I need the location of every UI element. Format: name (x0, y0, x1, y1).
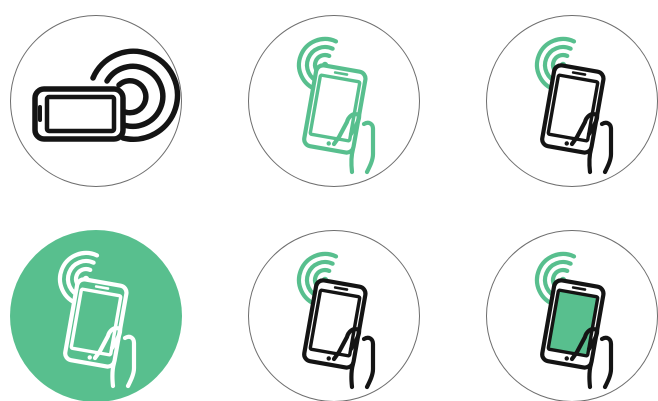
badge-hand-phone-green-screen (486, 230, 658, 401)
icon-grid (0, 0, 658, 401)
badge-hand-phone-black (486, 15, 658, 187)
badge-phone-landscape-nfc (10, 15, 182, 187)
hand-phone-tap-icon (534, 251, 614, 390)
phone-landscape-nfc-icon (32, 48, 181, 143)
hand-phone-tap-icon (534, 36, 614, 175)
hand-phone-tap-icon (296, 36, 376, 175)
badge-hand-phone-filled (10, 230, 182, 401)
badge-hand-phone-black-2 (248, 230, 420, 401)
badge-hand-phone-green (248, 15, 420, 187)
hand-phone-tap-icon (57, 250, 137, 389)
hand-phone-tap-icon (296, 251, 376, 390)
